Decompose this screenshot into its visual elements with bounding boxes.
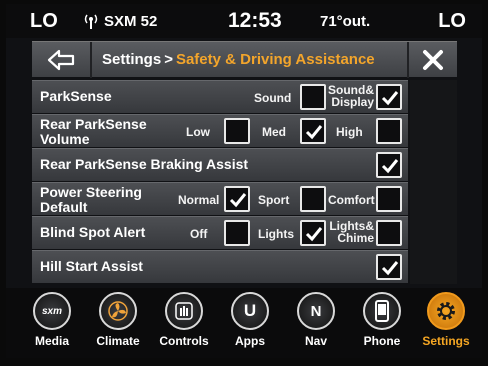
scroll-area[interactable] [410,80,457,284]
volume-low-label: Low [186,125,210,139]
blind-spot-off-checkbox[interactable] [224,220,250,246]
nav-settings-label: Settings [422,334,470,348]
parksense-label: ParkSense [40,88,112,104]
braking-assist-checkbox[interactable] [376,152,402,178]
status-bar: LO SXM 52 12:53 71°out. LO [6,4,482,38]
radio-antenna-icon [84,14,98,29]
row-blind-spot-alert: Blind Spot Alert Off Lights Lights& Chim… [32,216,408,249]
checkmark-icon [381,261,399,276]
rear-volume-label-line2: Volume [40,131,90,147]
parksense-sound-display-checkbox[interactable] [376,84,402,110]
apps-icon: U [231,292,269,330]
checkmark-icon [381,159,399,174]
row-hill-start-assist: Hill Start Assist [32,250,408,283]
sxm-media-icon: sxm [33,292,71,330]
blind-spot-lights-chime-checkbox[interactable] [376,220,402,246]
steering-sport-checkbox[interactable] [300,186,326,212]
row-parksense: ParkSense Sound Sound& Display [32,80,408,113]
nav-apps-label: Apps [235,334,265,348]
fan-glyph [108,301,128,321]
nav-phone[interactable]: Phone [352,292,412,356]
gear-glyph [437,302,455,320]
row-power-steering: Power Steering Default Normal Sport Comf… [32,182,408,215]
blind-spot-label: Blind Spot Alert [40,224,146,240]
settings-gear-icon [427,292,465,330]
rear-volume-label: Rear ParkSense Volume [40,117,147,147]
checkmark-icon [305,227,323,242]
nav-controls-label: Controls [159,334,209,348]
breadcrumb-root[interactable]: Settings [102,51,161,68]
nav-climate[interactable]: Climate [88,292,148,356]
phone-icon [363,292,401,330]
rear-volume-label-line1: Rear ParkSense [40,116,147,132]
row-rear-parksense-volume: Rear ParkSense Volume Low Med High [32,114,408,147]
checkmark-icon [229,193,247,208]
nav-media-label: Media [34,334,69,348]
breadcrumb: Settings > Safety & Driving Assistance [102,51,375,68]
lights-chime-line2: Chime [337,231,374,245]
nav-phone-label: Phone [363,334,401,348]
braking-assist-label: Rear ParkSense Braking Assist [40,156,249,172]
settings-list: ParkSense Sound Sound& Display Rear Park… [32,80,408,284]
display-screen: LO SXM 52 12:53 71°out. LO Settings > Safe… [6,4,482,358]
nav-apps[interactable]: U Apps [220,292,280,356]
blind-spot-off-label: Off [190,227,208,241]
breadcrumb-separator: > [164,51,173,68]
sound-display-line2: Display [331,95,374,109]
steering-comfort-checkbox[interactable] [376,186,402,212]
nav-settings[interactable]: Settings [416,292,476,356]
row-braking-assist: Rear ParkSense Braking Assist [32,148,408,181]
steering-sport-label: Sport [258,193,290,207]
parksense-sound-display-label: Sound& Display [328,84,374,108]
outside-temp: 71°out. [320,13,371,30]
nav-nav[interactable]: N Nav [286,292,346,356]
screen-bezel: LO SXM 52 12:53 71°out. LO Settings > Safe… [0,0,488,366]
volume-med-checkbox[interactable] [300,118,326,144]
steering-normal-checkbox[interactable] [224,186,250,212]
bottom-nav: sxm Media Climate Controls U Apps N Nav … [6,288,482,358]
blind-spot-lights-label: Lights [258,227,294,241]
controls-hand-icon [165,292,203,330]
clock: 12:53 [228,9,282,32]
parksense-sound-label: Sound [254,91,292,105]
nav-nav-label: Nav [304,334,327,348]
phone-glyph [375,300,389,322]
blind-spot-lights-chime-label: Lights& Chime [328,220,374,244]
climate-fan-icon [99,292,137,330]
hand-glyph [175,302,193,320]
hill-start-checkbox[interactable] [376,254,402,280]
power-steering-label: Power Steering Default [40,185,142,215]
media-glyph: sxm [41,305,62,317]
hill-start-label: Hill Start Assist [40,258,143,274]
volume-high-label: High [336,125,363,139]
page-header: Settings > Safety & Driving Assistance [32,41,457,78]
compass-nav-icon: N [297,292,335,330]
passenger-temp[interactable]: LO [438,10,466,33]
close-x-icon [423,50,443,70]
page-title: Safety & Driving Assistance [175,51,375,68]
blind-spot-lights-checkbox[interactable] [300,220,326,246]
steering-normal-label: Normal [178,193,220,207]
power-steering-label-line1: Power Steering [40,184,142,200]
driver-temp[interactable]: LO [30,10,58,33]
parksense-sound-checkbox[interactable] [300,84,326,110]
nav-controls[interactable]: Controls [154,292,214,356]
steering-comfort-label: Comfort [328,193,375,207]
volume-low-checkbox[interactable] [224,118,250,144]
back-button[interactable] [32,42,92,78]
power-steering-label-line2: Default [40,199,88,215]
apps-glyph: U [243,301,257,320]
nav-glyph: N [310,302,322,320]
nav-media[interactable]: sxm Media [22,292,82,356]
back-arrow-icon [47,49,75,71]
checkmark-icon [381,91,399,106]
volume-high-checkbox[interactable] [376,118,402,144]
close-button[interactable] [407,42,457,78]
checkmark-icon [305,125,323,140]
nav-climate-label: Climate [96,334,140,348]
radio-station: SXM 52 [104,13,158,30]
volume-med-label: Med [262,125,286,139]
